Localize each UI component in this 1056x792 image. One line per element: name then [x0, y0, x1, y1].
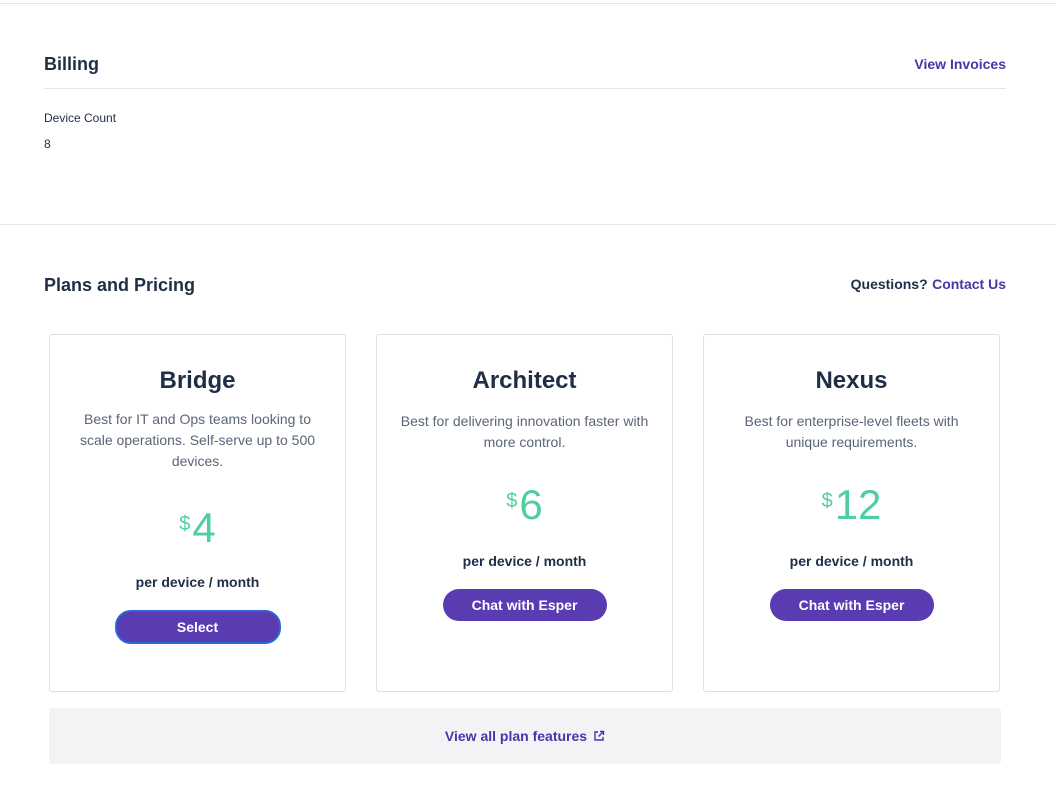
plan-price: $12 [704, 483, 999, 527]
plan-name: Nexus [815, 367, 888, 394]
external-link-icon [593, 730, 605, 742]
features-link-label: View all plan features [444, 728, 588, 744]
plan-card-bridge: Bridge Best for IT and Ops teams looking… [49, 334, 346, 692]
plan-description: Best for IT and Ops teams looking to sca… [79, 411, 316, 469]
select-bridge-button[interactable]: Select [114, 610, 281, 644]
view-invoices-link[interactable]: View Invoices [914, 56, 1006, 72]
price-amount: 12 [834, 481, 882, 528]
plans-title: Plans and Pricing [44, 274, 196, 295]
billing-section: Billing View Invoices Device Count 8 [44, 52, 1006, 151]
plan-description: Best for delivering innovation faster wi… [400, 413, 649, 450]
plan-card-architect: Architect Best for delivering innovation… [376, 334, 673, 692]
plan-name: Bridge [159, 367, 236, 394]
plan-period: per device / month [462, 553, 587, 569]
currency-symbol: $ [506, 490, 518, 512]
plans-header: Plans and Pricing Questions? Contact Us [44, 273, 1006, 297]
plan-card-nexus: Nexus Best for enterprise-level fleets w… [703, 334, 1000, 692]
plan-description: Best for enterprise-level fleets with un… [744, 413, 959, 450]
plan-period: per device / month [789, 553, 914, 569]
billing-title: Billing [44, 53, 99, 74]
device-count-label: Device Count [44, 111, 117, 125]
billing-header: Billing View Invoices [44, 52, 1006, 76]
price-amount: 4 [192, 504, 216, 551]
contact-us-link[interactable]: Contact Us [932, 276, 1006, 292]
currency-symbol: $ [821, 490, 833, 512]
chat-with-esper-architect-button[interactable]: Chat with Esper [442, 589, 607, 621]
price-amount: 6 [519, 481, 543, 528]
device-count-value: 8 [44, 137, 51, 151]
chat-with-esper-nexus-button[interactable]: Chat with Esper [769, 589, 934, 621]
top-divider [0, 3, 1056, 4]
plan-price: $6 [377, 483, 672, 527]
section-divider [0, 224, 1056, 225]
questions-contact: Questions? Contact Us [851, 276, 1006, 294]
plan-name: Architect [472, 367, 577, 394]
currency-symbol: $ [179, 513, 191, 535]
view-all-plan-features-link[interactable]: View all plan features [445, 728, 605, 744]
plan-features-bar: View all plan features [49, 708, 1001, 764]
plan-price: $4 [50, 506, 345, 550]
billing-divider [44, 88, 1006, 89]
plan-period: per device / month [135, 574, 260, 590]
questions-label: Questions? [850, 276, 928, 292]
